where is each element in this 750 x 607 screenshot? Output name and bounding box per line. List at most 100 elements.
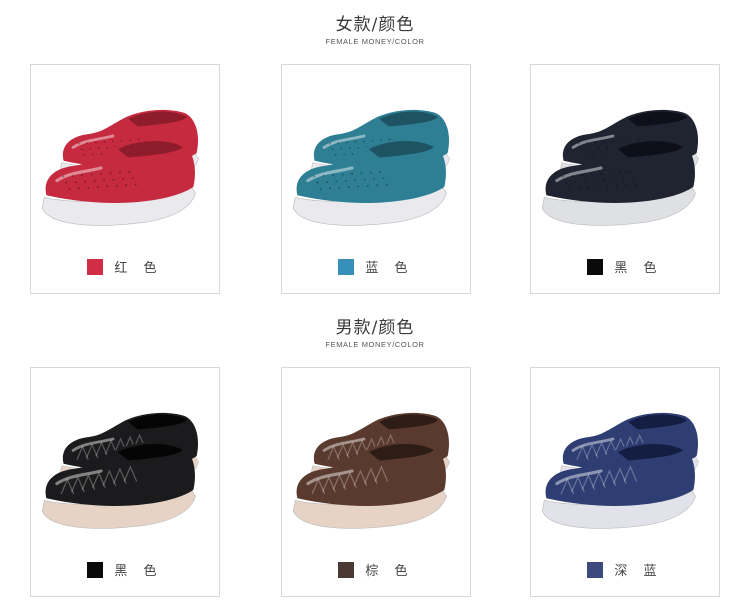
product-card-female-blue[interactable]: 蓝 色 — [281, 64, 471, 294]
shoe-perforation — [334, 154, 337, 156]
shoe-perforation — [65, 181, 68, 184]
shoe-perforation — [329, 187, 331, 190]
shoe-perforation — [343, 153, 345, 156]
shoe-perforation — [112, 178, 115, 181]
male-section-heading: 男款/颜色 FEMALE MONEY/COLOR — [0, 313, 750, 349]
color-label: 蓝 色 — [282, 257, 470, 276]
color-swatch — [587, 258, 604, 275]
color-name: 深 蓝 — [614, 564, 663, 579]
shoe-perforation — [109, 172, 112, 175]
shoe-perforation — [335, 180, 338, 183]
color-swatch — [87, 258, 104, 275]
shoe-image — [292, 412, 450, 529]
shoe-perforation — [363, 140, 365, 143]
shoe-perforation — [340, 147, 343, 150]
product-card-female-black[interactable]: 黑 色 — [530, 64, 720, 294]
shoe-perforation — [81, 174, 84, 177]
shoe-perforation — [574, 181, 577, 184]
shoe-perforation — [606, 146, 609, 149]
shoe-perforation — [134, 183, 137, 186]
shoe-perforation — [609, 172, 612, 175]
shoe-perforation — [351, 153, 354, 155]
male-section-title: 男款/颜色 — [335, 318, 415, 338]
shoe-perforation — [581, 174, 584, 177]
color-swatch — [338, 561, 355, 578]
shoe-perforation — [618, 171, 621, 174]
shoe-perforation — [83, 154, 86, 156]
shoe-perforation — [586, 142, 589, 144]
shoe-perforation — [612, 178, 615, 181]
shoe-perforation — [603, 179, 606, 182]
shoe-perforation — [100, 172, 102, 175]
shoe-perforation — [328, 142, 331, 145]
female-section-heading: 女款/颜色 FEMALE MONEY/COLOR — [0, 10, 750, 46]
shoe-image — [541, 412, 699, 529]
shoe-perforation — [89, 147, 92, 150]
shoe-perforation — [103, 179, 106, 182]
shoe-perforation — [354, 141, 357, 143]
shoe-perforation — [346, 141, 348, 144]
shoe-perforation — [74, 181, 77, 184]
shoe-perforation — [103, 141, 106, 143]
shoe-perforation — [606, 185, 609, 188]
shoe-perforation — [565, 181, 568, 184]
shoe-perforation — [341, 173, 344, 176]
shoe-perforation — [338, 186, 341, 189]
shoe-perforation — [620, 139, 623, 142]
shoe-image — [41, 412, 199, 529]
shoe-perforation — [622, 177, 624, 180]
shoe-image — [292, 109, 450, 226]
shoe-perforation — [578, 187, 580, 190]
shoe-perforation — [351, 172, 353, 175]
color-swatch — [338, 258, 355, 275]
shoe-perforation — [347, 186, 350, 189]
color-name: 红 色 — [114, 261, 163, 276]
shoe-perforation — [603, 141, 606, 143]
shoe-perforation — [634, 183, 637, 186]
shoe-perforation — [86, 142, 89, 144]
shoe-perforation — [595, 141, 597, 144]
shoe-perforation — [331, 148, 334, 151]
shoe-perforation — [363, 178, 366, 181]
shoe-perforation — [371, 139, 374, 142]
shoe-perforation — [137, 138, 140, 141]
shoe-perforation — [357, 185, 360, 188]
shoe-perforation — [125, 184, 128, 187]
shoe-perforation — [376, 184, 379, 187]
shoe-perforation — [357, 146, 360, 149]
shoe-perforation — [600, 153, 603, 155]
shoe-perforation — [78, 187, 80, 190]
shoe-perforation — [68, 188, 71, 190]
shoe-perforation — [600, 172, 602, 175]
shoe-perforation — [382, 177, 385, 180]
product-card-female-red[interactable]: 红 色 — [30, 64, 220, 294]
color-name: 黑 色 — [614, 261, 663, 276]
product-card-male-brown[interactable]: 棕 色 — [281, 367, 471, 597]
shoe-perforation — [385, 183, 388, 186]
shoe-perforation — [631, 177, 634, 180]
color-swatch — [87, 561, 104, 578]
shoe-perforation — [580, 148, 583, 151]
shoe-perforation — [118, 171, 121, 174]
product-card-male-navy[interactable]: 深 蓝 — [530, 367, 720, 597]
female-section-title: 女款/颜色 — [335, 15, 415, 35]
shoe-perforation — [615, 184, 618, 187]
color-name: 蓝 色 — [365, 261, 414, 276]
product-card-male-black[interactable]: 黑 色 — [30, 367, 220, 597]
shoe-perforation — [592, 153, 594, 156]
shoe-perforation — [313, 175, 316, 178]
shoe-perforation — [344, 179, 347, 182]
color-label: 棕 色 — [282, 560, 470, 579]
shoe-perforation — [373, 177, 375, 180]
shoe-image — [541, 109, 699, 226]
shoe-perforation — [568, 188, 571, 190]
shoe-perforation — [612, 140, 614, 143]
shoe-perforation — [120, 139, 123, 142]
shoe-perforation — [106, 185, 109, 188]
shoe-perforation — [100, 153, 103, 155]
shoe-perforation — [325, 181, 328, 184]
shoe-perforation — [587, 186, 590, 189]
shoe-perforation — [354, 179, 357, 182]
color-label: 黑 色 — [531, 257, 719, 276]
shoe-perforation — [92, 153, 94, 156]
